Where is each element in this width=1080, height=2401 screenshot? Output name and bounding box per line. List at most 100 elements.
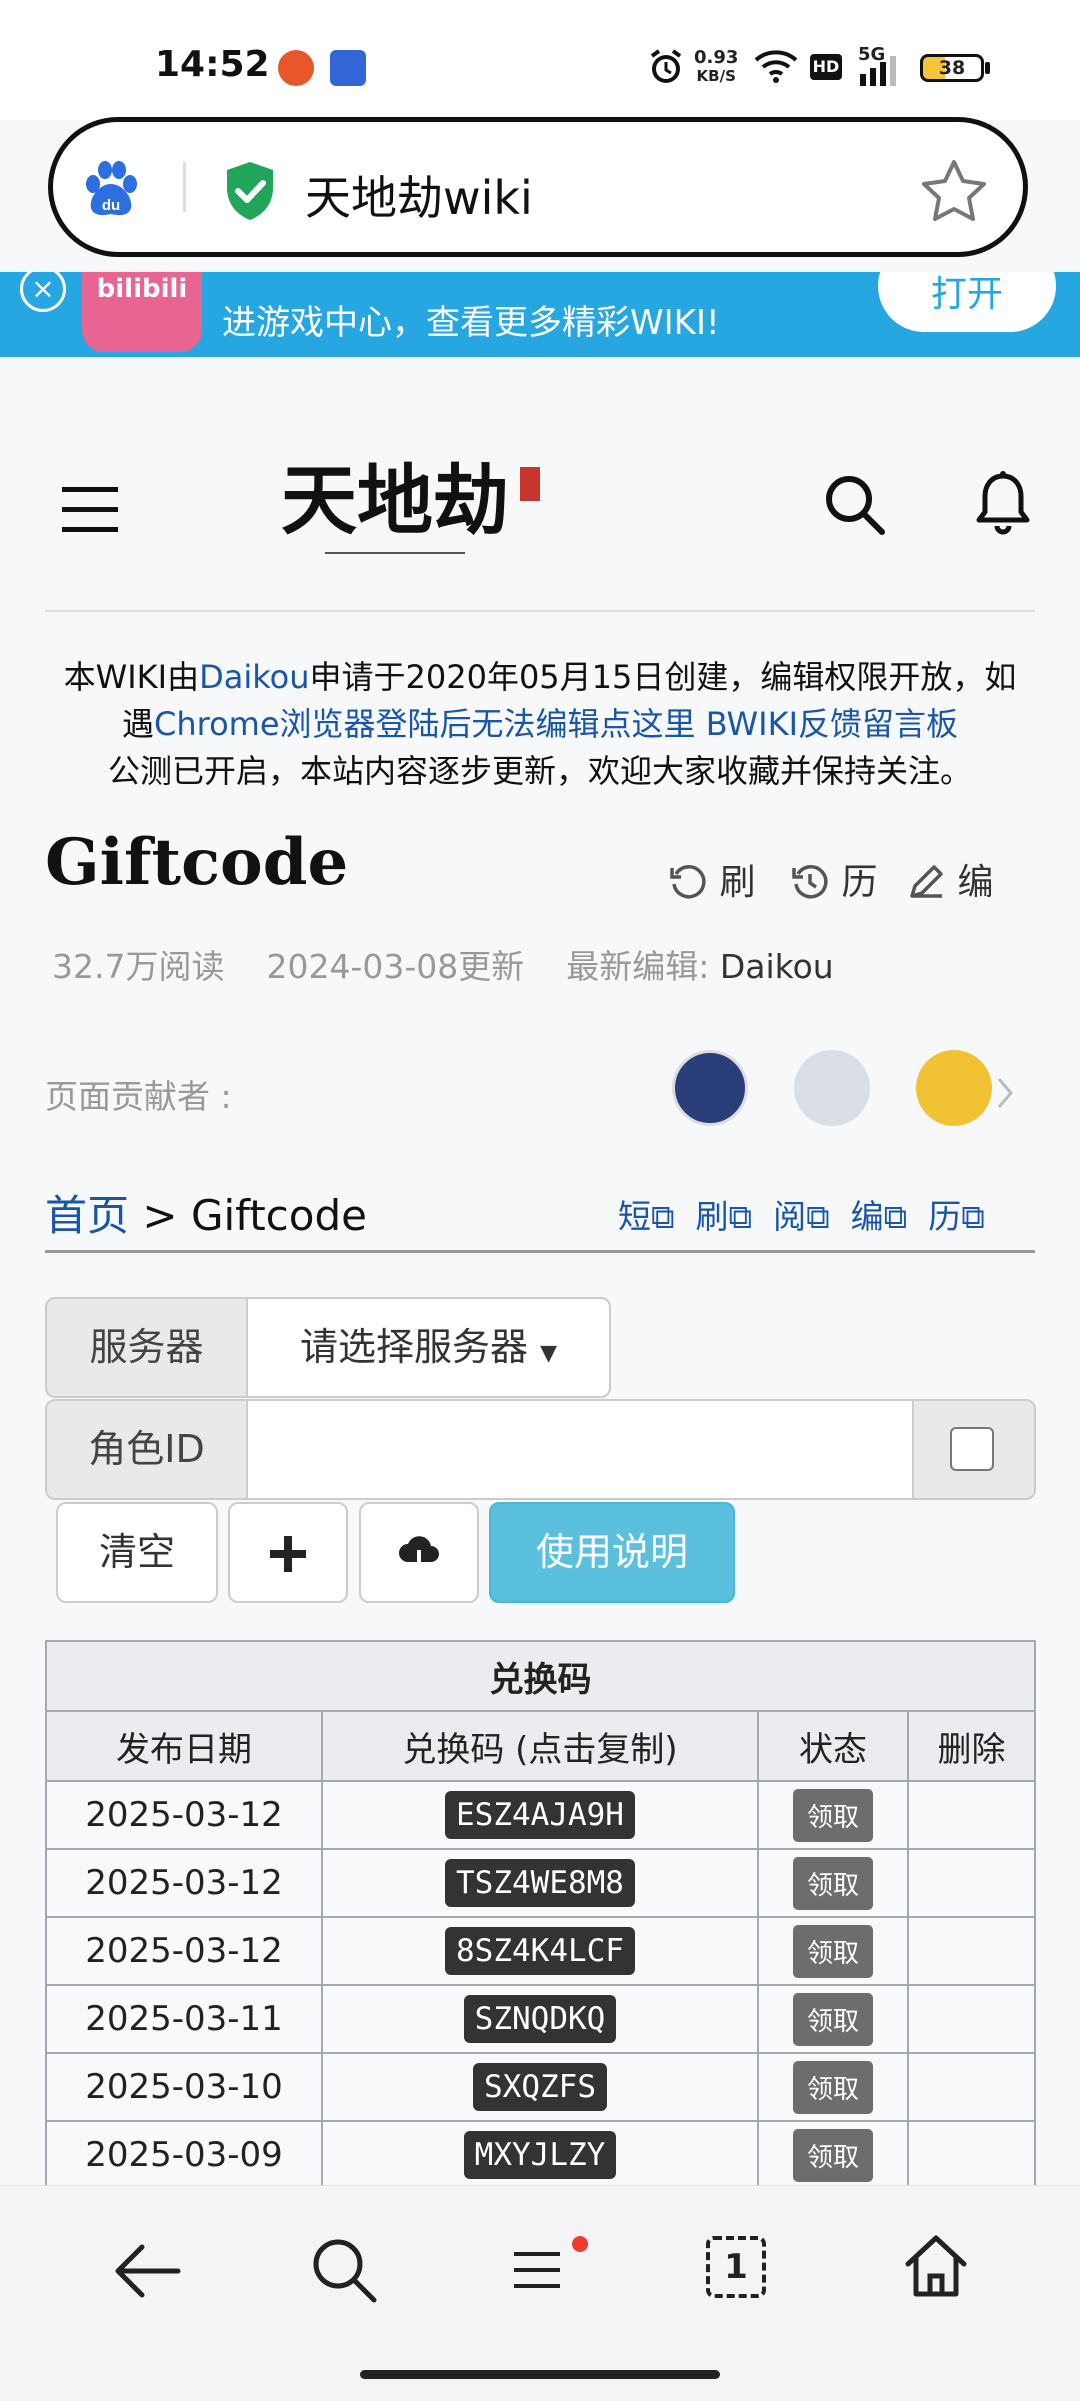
role-id-input[interactable] (246, 1399, 914, 1500)
edit-link[interactable]: 编⧉ (851, 1197, 908, 1236)
edit-label: 编 (957, 862, 994, 903)
cloud-download-button[interactable] (359, 1502, 479, 1603)
clear-button[interactable]: 清空 (56, 1502, 218, 1603)
delete-cell[interactable] (907, 1916, 1036, 1986)
banner-open-button[interactable]: 打开 (878, 272, 1056, 332)
gift-code[interactable]: SXQZFS (473, 2063, 607, 2111)
banner-close-icon[interactable]: × (20, 272, 66, 312)
notification-app-icon (278, 50, 314, 86)
tabs-icon[interactable]: 1 (706, 2236, 766, 2298)
banner-text: 进游戏中心，查看更多精彩WIKI! (222, 303, 720, 343)
read-link-label: 阅 (773, 1197, 807, 1236)
short-link[interactable]: 短⧉ (618, 1197, 675, 1236)
address-title[interactable]: 天地劫wiki (305, 162, 533, 228)
read-link[interactable]: 阅⧉ (773, 1197, 830, 1236)
usage-instructions-button[interactable]: 使用说明 (489, 1502, 735, 1603)
status-bar: 14:52 0.93 KB/S HD 5G 38 (0, 0, 1080, 120)
server-label: 服务器 (45, 1297, 248, 1398)
edit-button[interactable]: 编 (906, 853, 993, 905)
search-icon[interactable] (310, 2236, 378, 2304)
menu-icon[interactable] (510, 2234, 590, 2304)
feedback-link[interactable]: BWIKI反馈留言板 (706, 705, 958, 743)
chevron-right-icon[interactable] (995, 1076, 1015, 1110)
delete-cell[interactable] (907, 2052, 1036, 2122)
creator-link[interactable]: Daikou (199, 658, 309, 696)
history-link[interactable]: 历⧉ (928, 1197, 985, 1236)
role-id-checkbox-wrap (912, 1399, 1036, 1500)
breadcrumb: 首页 > Giftcode (45, 1182, 367, 1243)
cloud-download-icon (399, 1536, 439, 1575)
table-row: 2025-03-12 8SZ4K4LCF 领取 (45, 1916, 1036, 1986)
delete-cell[interactable] (907, 1780, 1036, 1850)
add-button[interactable] (228, 1502, 348, 1603)
claim-button[interactable]: 领取 (792, 2128, 873, 2182)
battery-icon: 38 (920, 54, 984, 82)
history-link-label: 历 (928, 1197, 962, 1236)
claim-button[interactable]: 领取 (792, 1856, 873, 1910)
short-link-label: 短 (618, 1197, 651, 1236)
address-divider (183, 162, 186, 212)
hd-badge: HD (810, 54, 842, 80)
back-arrow-icon[interactable] (112, 2241, 182, 2301)
delete-cell[interactable] (907, 1848, 1036, 1918)
svg-text:du: du (102, 197, 120, 214)
release-date: 2025-03-12 (45, 1848, 323, 1918)
contributor-avatar[interactable] (672, 1050, 748, 1126)
delete-cell[interactable] (907, 1984, 1036, 2054)
delete-cell[interactable] (907, 2120, 1036, 2190)
history-button[interactable]: 历 (790, 853, 877, 905)
release-date: 2025-03-11 (45, 1984, 323, 2054)
site-notice-line3: 公测已开启，本站内容逐步更新，欢迎大家收藏并保持关注。 (107, 752, 972, 790)
release-date: 2025-03-10 (45, 2052, 323, 2122)
last-editor[interactable]: Daikou (720, 947, 834, 986)
home-icon[interactable] (902, 2232, 970, 2300)
gift-code[interactable]: 8SZ4K4LCF (445, 1927, 635, 1975)
external-link-icon: ⧉ (728, 1197, 753, 1236)
col-header-code: 兑换码 (点击复制) (321, 1710, 759, 1782)
notification-bell-icon[interactable] (975, 470, 1031, 536)
contributors-label: 页面贡献者 : (45, 1077, 232, 1116)
role-id-label: 角色ID (45, 1399, 248, 1500)
page-title: Giftcode (45, 825, 349, 900)
breadcrumb-current: Giftcode (190, 1191, 367, 1240)
edit-link-label: 编 (850, 1197, 884, 1236)
gift-code[interactable]: ESZ4AJA9H (445, 1791, 635, 1839)
logo-calligraphy: 天地劫 (281, 456, 509, 545)
col-header-delete: 删除 (907, 1710, 1036, 1782)
remember-checkbox[interactable] (950, 1427, 994, 1471)
contributor-avatar[interactable] (794, 1050, 870, 1126)
claim-button[interactable]: 领取 (792, 1788, 873, 1842)
site-logo[interactable]: 天地劫 (265, 445, 543, 565)
search-icon[interactable] (822, 472, 886, 536)
alarm-icon (650, 49, 682, 83)
secure-shield-icon (227, 162, 273, 220)
refresh-button[interactable]: 刷 (668, 853, 755, 905)
app-promo-banner[interactable]: × bilibili 进游戏中心，查看更多精彩WIKI! 打开 (0, 272, 1080, 357)
gift-code[interactable]: MXYJLZY (463, 2131, 617, 2179)
gift-code[interactable]: TSZ4WE8M8 (445, 1859, 635, 1907)
refresh-label: 刷 (719, 862, 756, 903)
refresh-link-label: 刷 (695, 1197, 729, 1236)
gift-code[interactable]: SZNQDKQ (463, 1995, 617, 2043)
notification-1688-icon (330, 50, 366, 86)
menu-hamburger-icon[interactable] (62, 485, 118, 535)
claim-button[interactable]: 领取 (792, 2060, 873, 2114)
signal-icon (860, 56, 896, 86)
server-select[interactable]: 请选择服务器 ▼ (246, 1297, 611, 1398)
edit-pencil-icon (910, 865, 943, 898)
bookmark-star-icon[interactable] (921, 158, 987, 222)
chrome-help-link[interactable]: Chrome浏览器登陆后无法编辑点这里 (154, 705, 696, 743)
refresh-icon (670, 865, 706, 899)
contributor-avatar[interactable] (916, 1050, 992, 1126)
external-link-icon: ⧉ (961, 1197, 985, 1236)
gesture-home-bar[interactable] (360, 2370, 720, 2379)
address-bar[interactable]: du 天地劫wiki (48, 117, 1028, 257)
baidu-logo-icon[interactable]: du (83, 160, 139, 218)
claim-button[interactable]: 领取 (792, 1924, 873, 1978)
site-notice-line2: 遇Chrome浏览器登陆后无法编辑点这里 BWIKI反馈留言板 (0, 699, 1080, 745)
notice-text: 申请于2020年05月15日创建，编辑权限开放，如 (309, 658, 1017, 696)
claim-button[interactable]: 领取 (792, 1992, 873, 2046)
col-header-date: 发布日期 (45, 1710, 323, 1782)
refresh-link[interactable]: 刷⧉ (696, 1197, 753, 1236)
breadcrumb-home-link[interactable]: 首页 (45, 1191, 129, 1240)
